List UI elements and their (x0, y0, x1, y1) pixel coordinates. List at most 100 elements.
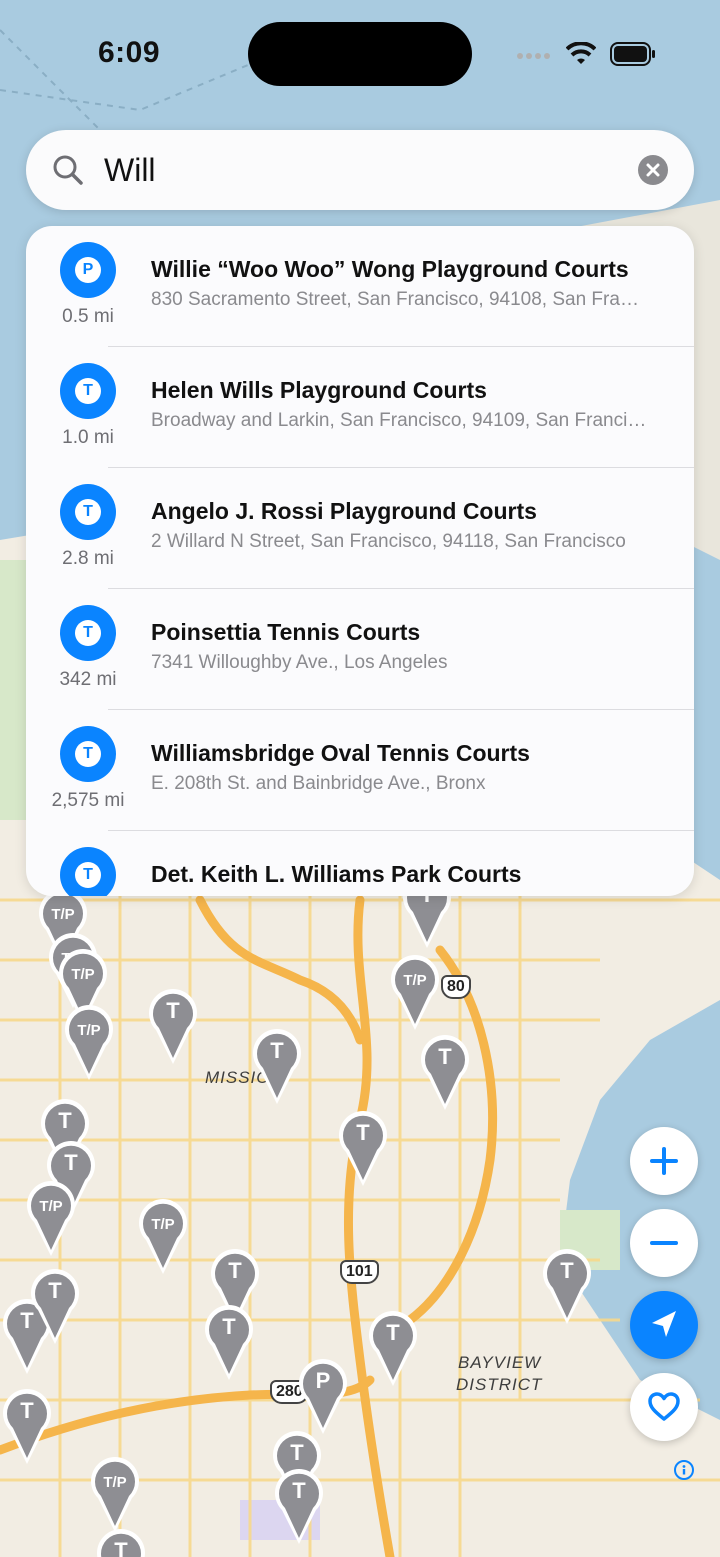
highway-shield-101: 101 (340, 1260, 379, 1284)
search-icon (50, 152, 86, 193)
status-time: 6:09 (98, 36, 161, 69)
info-icon (682, 1465, 686, 1475)
result-title: Helen Wills Playground Courts (151, 377, 487, 403)
map-pin[interactable]: T/P (88, 1452, 142, 1534)
map-pin-label: T (20, 1398, 34, 1423)
search-results-list: P 0.5 mi Willie “Woo Woo” Wong Playgroun… (26, 226, 694, 896)
map-pin[interactable]: T (94, 1524, 148, 1557)
map-pin[interactable]: T (250, 1024, 304, 1106)
map-pin-label: T/P (151, 1216, 175, 1233)
map-pin-marker-icon (31, 1269, 79, 1344)
list-item[interactable]: P 0.5 mi Willie “Woo Woo” Wong Playgroun… (26, 226, 694, 347)
map-pin-label: T (292, 1478, 306, 1503)
map-pin[interactable]: T (28, 1264, 82, 1346)
court-type-badge: T (60, 484, 116, 540)
map-pin-label: T (58, 1108, 72, 1133)
signal-icon (516, 48, 552, 66)
result-title: Williamsbridge Oval Tennis Courts (151, 740, 530, 766)
map-pin-label: P (315, 1368, 331, 1393)
map-pin-label: T/P (39, 1198, 63, 1215)
search-bar (26, 130, 694, 210)
map-pin-label: T/P (77, 1022, 101, 1039)
map-label-district: DISTRICT (456, 1375, 543, 1394)
map-pin-label: T (222, 1314, 236, 1339)
result-title: Willie “Woo Woo” Wong Playground Courts (151, 256, 629, 282)
map-pin-marker-icon (275, 1469, 323, 1544)
zoom-in-button[interactable] (630, 1127, 698, 1195)
dynamic-island (248, 22, 472, 86)
result-title: Angelo J. Rossi Playground Courts (151, 498, 537, 524)
court-type-badge: P (60, 242, 116, 298)
map-pin-label: T (356, 1120, 370, 1145)
map-pin[interactable]: T (418, 1030, 472, 1112)
map-pin-label: T (114, 1538, 128, 1557)
map-pin-label: T (270, 1038, 284, 1063)
map-pin[interactable]: T/P (388, 950, 442, 1032)
highway-shield-80: 80 (441, 975, 471, 999)
map-pin-marker-icon (2, 1389, 51, 1464)
map-label-bayview: BAYVIEW (458, 1353, 542, 1372)
map-pin-marker-icon (149, 989, 197, 1064)
search-input[interactable] (104, 144, 624, 196)
map-pin-marker-icon (299, 1359, 347, 1434)
distance-label: 1.0 mi (62, 427, 114, 448)
result-address: Broadway and Larkin, San Francisco, 9410… (151, 410, 647, 431)
distance-label: 2.8 mi (62, 548, 114, 569)
map-pin-label: T/P (51, 906, 75, 923)
map-pin-label: T (386, 1320, 400, 1345)
result-title: Det. Keith L. Williams Park Courts (151, 861, 522, 887)
court-type-badge: T (60, 605, 116, 661)
zoom-out-button[interactable] (630, 1209, 698, 1277)
map-pin-label: T (166, 998, 180, 1023)
list-item[interactable]: T 342 mi Poinsettia Tennis Courts 7341 W… (26, 589, 694, 710)
result-address: 7341 Willoughby Ave., Los Angeles (151, 652, 448, 673)
court-type-badge: T (60, 726, 116, 782)
distance-label: 0.5 mi (62, 306, 114, 327)
map-pin-label: T (48, 1278, 62, 1303)
map-info-button[interactable] (674, 1460, 694, 1480)
distance-label: 2,575 mi (51, 790, 125, 811)
map-pin-marker-icon (205, 1305, 253, 1380)
result-address: 830 Sacramento Street, San Francisco, 94… (151, 289, 647, 310)
map-pin-label: T (64, 1150, 78, 1175)
map-pin[interactable]: T/P (136, 1194, 190, 1276)
plus-icon (650, 1147, 678, 1175)
court-type-badge: T (60, 847, 116, 896)
favorites-button[interactable] (630, 1373, 698, 1441)
result-address: E. 208th St. and Bainbridge Ave., Bronx (151, 773, 486, 794)
map-pin-marker-icon (339, 1111, 387, 1186)
clear-search-button[interactable] (638, 155, 668, 185)
map-pin[interactable]: T (0, 1384, 54, 1466)
list-item[interactable]: T 1.0 mi Helen Wills Playground Courts B… (26, 347, 694, 468)
distance-label: 342 mi (59, 669, 117, 690)
list-item[interactable]: T 2,575 mi Williamsbridge Oval Tennis Co… (26, 710, 694, 831)
current-location-button[interactable] (630, 1291, 698, 1359)
wifi-icon (565, 41, 597, 71)
map-pin-label: T (228, 1258, 242, 1283)
battery-icon (610, 42, 656, 71)
map-pin[interactable]: T (366, 1306, 420, 1388)
map-pin-marker-icon (543, 1249, 591, 1324)
close-icon (646, 163, 660, 177)
map-pin[interactable]: T/P (62, 1000, 116, 1082)
map-pin[interactable]: T (146, 984, 200, 1066)
map-pin[interactable]: T (272, 1464, 326, 1546)
map-pin[interactable]: T/P (24, 1176, 78, 1258)
court-type-badge: T (60, 363, 116, 419)
map-pin-label: T (290, 1440, 304, 1465)
result-address: 2 Willard N Street, San Francisco, 94118… (151, 531, 626, 552)
location-arrow-icon (652, 1311, 676, 1337)
list-item[interactable]: T Det. Keith L. Williams Park Courts (26, 831, 694, 896)
map-pin-label: T/P (103, 1474, 127, 1491)
map-pin-label: T (438, 1044, 452, 1069)
map-pin-marker-icon (421, 1035, 469, 1110)
list-item[interactable]: T 2.8 mi Angelo J. Rossi Playground Cour… (26, 468, 694, 589)
map-pin[interactable]: T (202, 1300, 256, 1382)
map-pin[interactable]: T (336, 1106, 390, 1188)
map-pin-label: T (560, 1258, 574, 1283)
map-pin[interactable]: T (540, 1244, 594, 1326)
status-indicators (516, 41, 656, 71)
minus-icon (650, 1241, 678, 1245)
map-pin[interactable]: P (296, 1354, 350, 1436)
map-pin-marker-icon (369, 1311, 417, 1386)
